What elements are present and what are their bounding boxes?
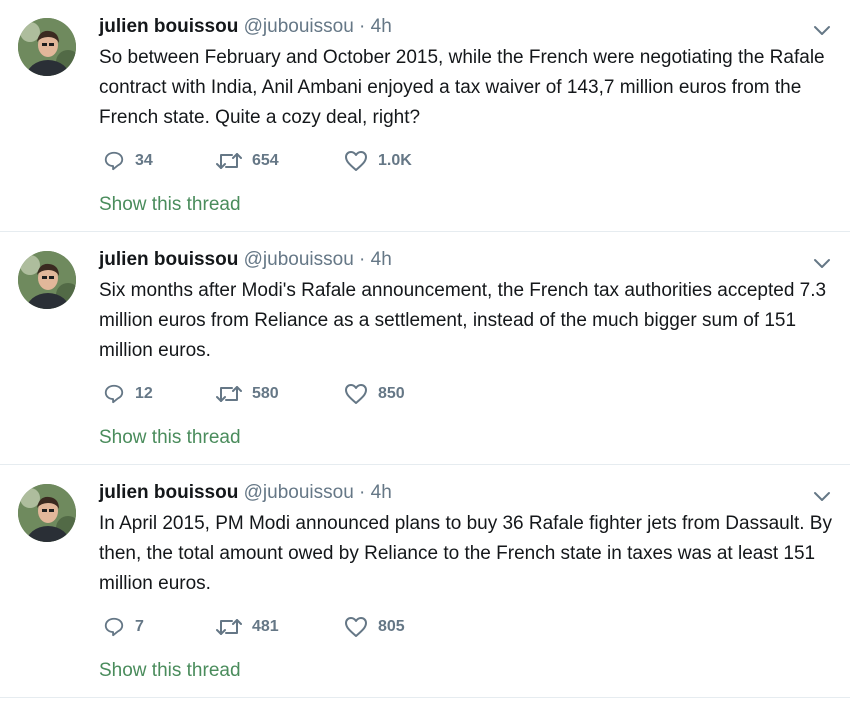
author-name[interactable]: julien bouissou [99, 249, 238, 270]
reply-count: 34 [135, 152, 153, 169]
tweet[interactable]: julien bouissou @jubouissou · 4h In Apri… [0, 466, 850, 698]
reply-count: 12 [135, 385, 153, 402]
heart-icon [345, 151, 367, 171]
tweet-text: Six months after Modi's Rafale announcem… [99, 280, 827, 361]
chevron-down-icon[interactable] [812, 486, 832, 506]
reply-count: 7 [135, 618, 144, 635]
chevron-down-icon[interactable] [812, 253, 832, 273]
tweet-feed: julien bouissou @jubouissou · 4h So betw… [0, 0, 850, 708]
heart-icon [345, 617, 367, 637]
like-count: 850 [378, 385, 405, 402]
show-thread-link[interactable]: Show this thread [99, 194, 241, 216]
avatar[interactable] [18, 18, 76, 76]
reply-button[interactable]: 34 [103, 150, 216, 172]
timestamp[interactable]: 4h [371, 482, 392, 503]
tweet-text: So between February and October 2015, wh… [99, 47, 825, 128]
retweet-button[interactable]: 654 [216, 150, 344, 172]
author-name[interactable]: julien bouissou [99, 16, 238, 37]
show-thread-link[interactable]: Show this thread [99, 427, 241, 449]
tweet-text: In April 2015, PM Modi announced plans t… [99, 513, 832, 594]
reply-button[interactable]: 12 [103, 383, 216, 405]
retweet-count: 654 [252, 152, 279, 169]
chevron-down-icon[interactable] [812, 20, 832, 40]
tweet-header: julien bouissou @jubouissou · 4h [99, 15, 392, 39]
retweet-count: 580 [252, 385, 279, 402]
tweet[interactable]: julien bouissou @jubouissou · 4h So betw… [0, 0, 850, 232]
like-count: 1.0K [378, 152, 412, 169]
retweet-button[interactable]: 580 [216, 383, 344, 405]
heart-icon [345, 384, 367, 404]
tweet-header: julien bouissou @jubouissou · 4h [99, 248, 392, 272]
author-handle[interactable]: @jubouissou [244, 16, 354, 37]
tweet-actions: 34 654 1.0K [103, 146, 464, 176]
retweet-icon [216, 619, 242, 635]
separator: · [359, 482, 366, 503]
show-thread-link[interactable]: Show this thread [99, 660, 241, 682]
retweet-count: 481 [252, 618, 279, 635]
author-name[interactable]: julien bouissou [99, 482, 238, 503]
separator: · [359, 249, 366, 270]
retweet-button[interactable]: 481 [216, 616, 344, 638]
tweet-actions: 7 481 805 [103, 612, 464, 642]
reply-icon [104, 151, 124, 171]
like-count: 805 [378, 618, 405, 635]
tweet-header: julien bouissou @jubouissou · 4h [99, 481, 392, 505]
tweet[interactable]: julien bouissou @jubouissou · 4h Six mon… [0, 233, 850, 465]
timestamp[interactable]: 4h [371, 16, 392, 37]
reply-button[interactable]: 7 [103, 616, 216, 638]
author-handle[interactable]: @jubouissou [244, 249, 354, 270]
like-button[interactable]: 805 [344, 616, 464, 638]
timestamp[interactable]: 4h [371, 249, 392, 270]
reply-icon [104, 617, 124, 637]
avatar[interactable] [18, 251, 76, 309]
like-button[interactable]: 850 [344, 383, 464, 405]
separator: · [359, 16, 366, 37]
avatar[interactable] [18, 484, 76, 542]
reply-icon [104, 384, 124, 404]
retweet-icon [216, 386, 242, 402]
tweet-actions: 12 580 850 [103, 379, 464, 409]
like-button[interactable]: 1.0K [344, 150, 464, 172]
retweet-icon [216, 153, 242, 169]
author-handle[interactable]: @jubouissou [244, 482, 354, 503]
